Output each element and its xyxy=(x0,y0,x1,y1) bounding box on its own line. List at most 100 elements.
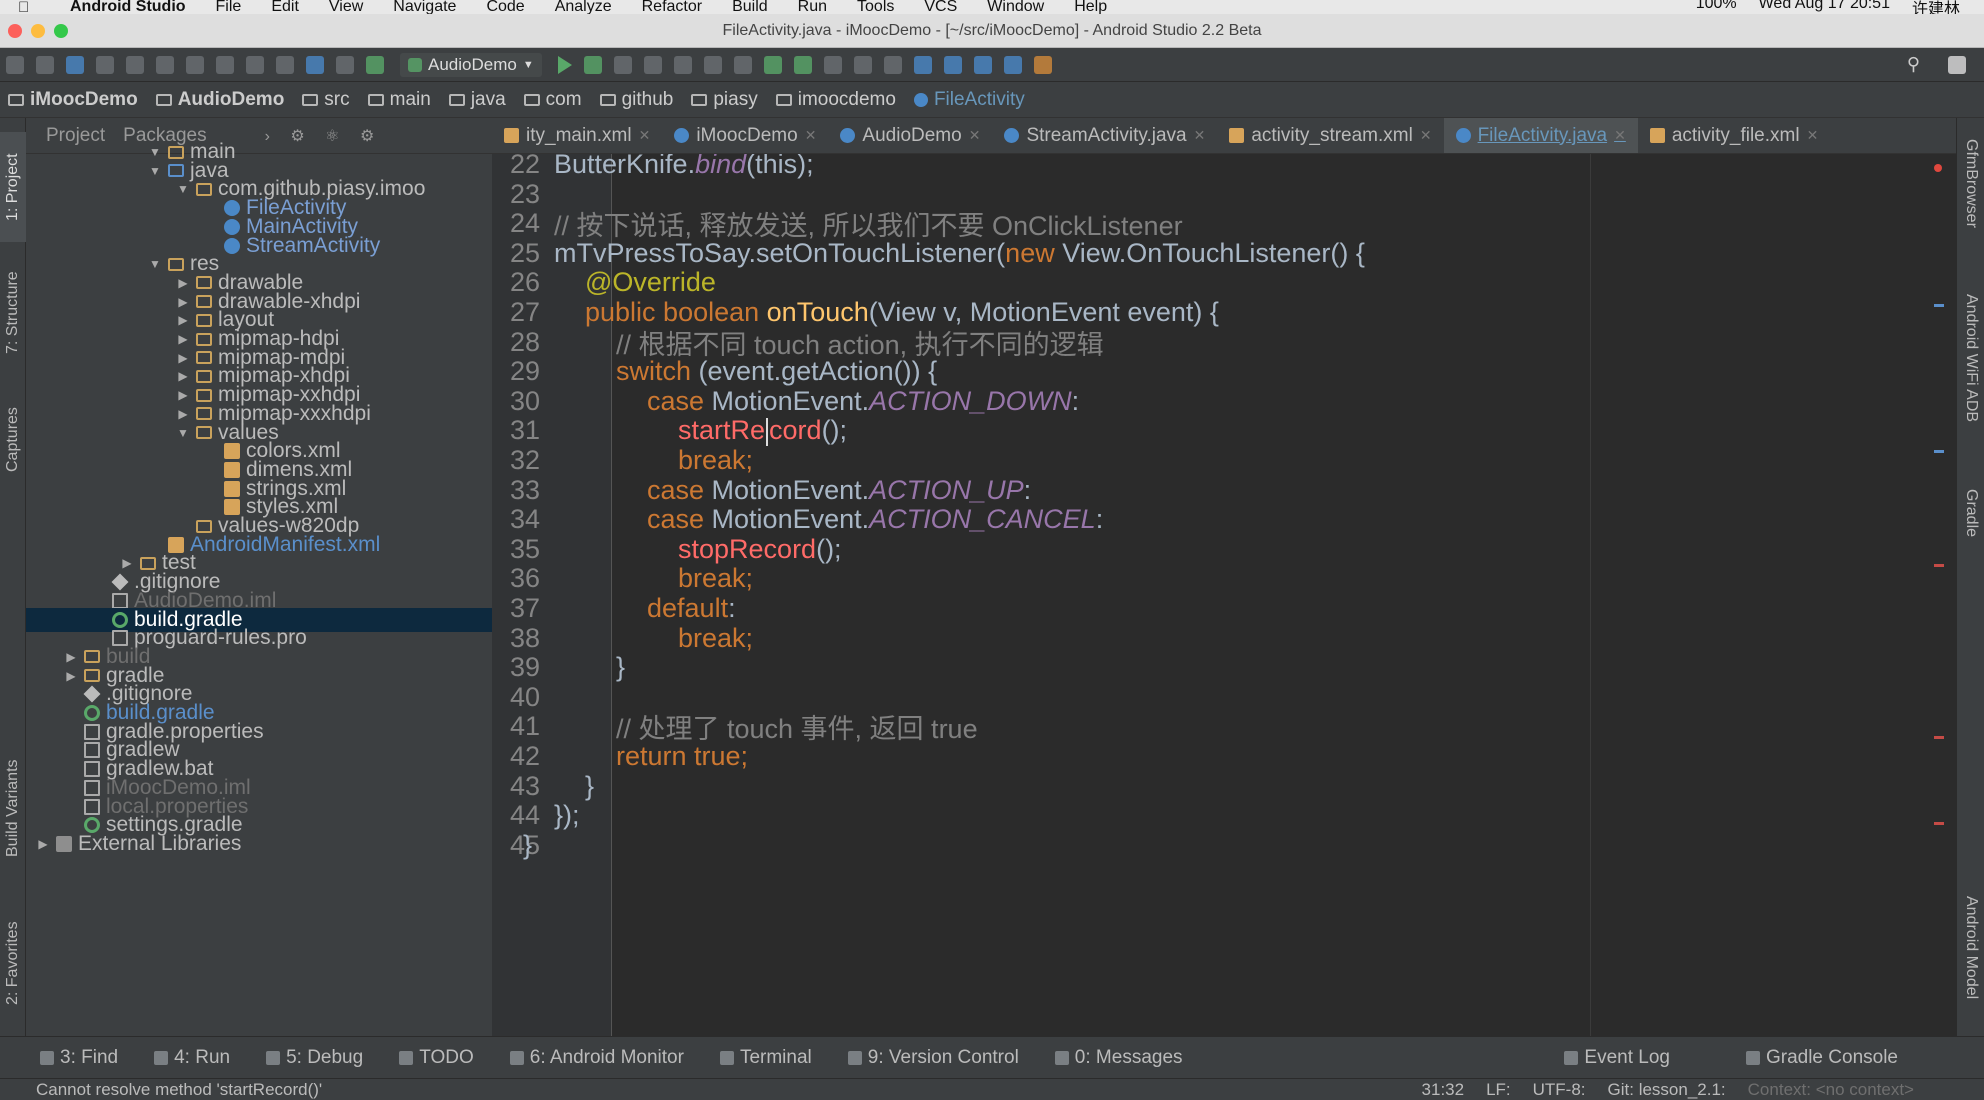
code-editor[interactable]: 22 ButterKnife.bind(this); 23 24// 按下说话, 释放… xyxy=(492,154,1956,1036)
menu-item[interactable]: Navigate xyxy=(393,0,456,14)
bottom-tool-button[interactable]: 0: Messages xyxy=(1054,1047,1183,1069)
expanded-arrow-icon[interactable]: ▼ xyxy=(176,426,190,440)
tool-tab-wifi-adb[interactable]: Android WiFi ADB xyxy=(1957,268,1984,448)
menu-item[interactable]: Code xyxy=(486,0,524,14)
tool-tab-captures[interactable]: Captures xyxy=(0,390,26,490)
sdk-manager-icon[interactable] xyxy=(823,55,842,74)
expanded-arrow-icon[interactable]: ▼ xyxy=(176,182,190,196)
bottom-tool-button[interactable]: 3: Find xyxy=(40,1047,118,1069)
vcs-commit-icon[interactable] xyxy=(943,55,962,74)
tool-tab-favorites[interactable]: 2: Favorites xyxy=(0,908,26,1018)
tool-tab-gradle[interactable]: Gradle xyxy=(1957,468,1984,558)
bottom-tool-button[interactable]: TODO xyxy=(399,1047,474,1069)
breadcrumb-item[interactable]: github xyxy=(599,89,673,111)
collapsed-arrow-icon[interactable]: ▶ xyxy=(176,313,190,327)
menu-item[interactable]: File xyxy=(216,0,242,14)
find-icon[interactable] xyxy=(246,55,264,74)
battery-status[interactable]: 100% xyxy=(1696,0,1737,14)
bottom-tool-button[interactable]: 9: Version Control xyxy=(847,1047,1019,1069)
menu-item[interactable]: Refactor xyxy=(642,0,702,14)
menu-item[interactable]: Analyze xyxy=(555,0,612,14)
breadcrumb-item[interactable]: main xyxy=(367,89,431,111)
gradle-sync-icon[interactable] xyxy=(763,55,782,74)
menu-item[interactable]: Build xyxy=(732,0,768,14)
editor-tab[interactable]: ity_main.xml ✕ xyxy=(492,118,662,153)
collapsed-arrow-icon[interactable]: ▶ xyxy=(176,295,190,309)
tree-item[interactable]: ▶ External Libraries xyxy=(26,832,492,856)
breadcrumb-item[interactable]: java xyxy=(448,89,506,111)
editor-tab[interactable]: activity_file.xml ✕ xyxy=(1638,118,1830,153)
bottom-tool-button[interactable]: Event Log xyxy=(1564,1047,1670,1069)
menu-item[interactable]: View xyxy=(329,0,363,14)
apply-changes-icon[interactable] xyxy=(673,55,692,74)
menu-item[interactable]: Help xyxy=(1074,0,1107,14)
clock[interactable]: Wed Aug 17 20:51 xyxy=(1759,0,1890,14)
bottom-tool-button[interactable]: Terminal xyxy=(719,1047,812,1069)
menu-item[interactable]: VCS xyxy=(924,0,957,14)
collapsed-arrow-icon[interactable]: ▶ xyxy=(176,388,190,402)
help-icon[interactable] xyxy=(1003,55,1022,74)
tool-tab-gfmbrowser[interactable]: GfmBrowser xyxy=(1957,128,1984,238)
profile-icon[interactable] xyxy=(643,55,662,74)
back-icon[interactable] xyxy=(306,55,324,74)
make-project-icon[interactable] xyxy=(366,55,384,74)
context-indicator[interactable]: Context: <no context> xyxy=(1748,1080,1914,1100)
paste-icon[interactable] xyxy=(216,55,234,74)
breadcrumb-item[interactable]: src xyxy=(302,89,350,111)
breadcrumb-item[interactable]: iMoocDemo xyxy=(8,89,138,111)
zoom-window-button[interactable] xyxy=(54,24,68,38)
close-tab-icon[interactable]: ✕ xyxy=(1194,127,1206,144)
search-everywhere-icon[interactable]: ⚲ xyxy=(1907,54,1920,75)
editor-tab[interactable]: activity_stream.xml ✕ xyxy=(1217,118,1443,153)
collapsed-arrow-icon[interactable]: ▶ xyxy=(176,407,190,421)
minimize-window-button[interactable] xyxy=(31,24,45,38)
close-tab-icon[interactable]: ✕ xyxy=(1614,127,1626,144)
bottom-tool-button[interactable]: 5: Debug xyxy=(266,1047,363,1069)
menu-item[interactable]: Window xyxy=(987,0,1044,14)
status-message[interactable]: Cannot resolve method 'startRecord()' xyxy=(36,1080,322,1100)
editor-tab[interactable]: iMoocDemo ✕ xyxy=(662,118,828,153)
expanded-arrow-icon[interactable]: ▼ xyxy=(148,257,162,271)
bottom-tool-button[interactable]: 6: Android Monitor xyxy=(509,1047,684,1069)
breadcrumb-item[interactable]: AudioDemo xyxy=(155,89,284,111)
menu-item[interactable]: Tools xyxy=(857,0,894,14)
user-menu[interactable]: 许建林 xyxy=(1912,0,1960,14)
collapsed-arrow-icon[interactable]: ▶ xyxy=(64,650,78,664)
app-menu[interactable]: Android Studio xyxy=(70,0,186,14)
collapsed-arrow-icon[interactable]: ▶ xyxy=(64,669,78,683)
stripe-mark[interactable] xyxy=(1934,736,1944,739)
project-structure-icon[interactable] xyxy=(733,55,752,74)
breadcrumb-item[interactable]: FileActivity xyxy=(913,89,1025,111)
tool-tab-structure[interactable]: 7: Structure xyxy=(0,258,26,368)
editor-tab[interactable]: StreamActivity.java ✕ xyxy=(992,118,1217,153)
sync-icon[interactable] xyxy=(66,55,84,74)
breadcrumb-item[interactable]: com xyxy=(523,89,582,111)
download-icon[interactable] xyxy=(973,55,992,74)
android-robot-icon[interactable] xyxy=(1033,55,1052,74)
tool-tab-android-model[interactable]: Android Model xyxy=(1957,878,1984,1018)
collapsed-arrow-icon[interactable]: ▶ xyxy=(176,332,190,346)
close-tab-icon[interactable]: ✕ xyxy=(639,127,651,144)
stripe-mark[interactable] xyxy=(1934,450,1944,453)
android-device-monitor-icon[interactable] xyxy=(853,55,872,74)
avd-manager-icon[interactable] xyxy=(793,55,812,74)
replace-icon[interactable] xyxy=(276,55,294,74)
expanded-arrow-icon[interactable]: ▼ xyxy=(148,145,162,159)
tool-tab-build-variants[interactable]: Build Variants xyxy=(0,738,26,878)
expanded-arrow-icon[interactable]: ▼ xyxy=(148,164,162,178)
close-tab-icon[interactable]: ✕ xyxy=(969,127,981,144)
git-branch[interactable]: Git: lesson_2.1: xyxy=(1608,1080,1726,1100)
run-config-select[interactable]: AudioDemo ▼ xyxy=(400,52,542,77)
tool-tab-project[interactable]: 1: Project xyxy=(0,132,26,242)
presentation-icon[interactable] xyxy=(1948,55,1966,74)
editor-tab[interactable]: FileActivity.java ✕ xyxy=(1443,118,1638,153)
redo-icon[interactable] xyxy=(126,55,144,74)
collapsed-arrow-icon[interactable]: ▶ xyxy=(176,369,190,383)
breadcrumb-item[interactable]: piasy xyxy=(691,89,758,111)
attach-debugger-icon[interactable] xyxy=(613,55,632,74)
collapsed-arrow-icon[interactable]: ▶ xyxy=(36,837,50,851)
layout-inspector-icon[interactable] xyxy=(883,55,902,74)
cut-icon[interactable] xyxy=(156,55,174,74)
caret-position[interactable]: 31:32 xyxy=(1422,1080,1465,1100)
collapsed-arrow-icon[interactable]: ▶ xyxy=(176,276,190,290)
